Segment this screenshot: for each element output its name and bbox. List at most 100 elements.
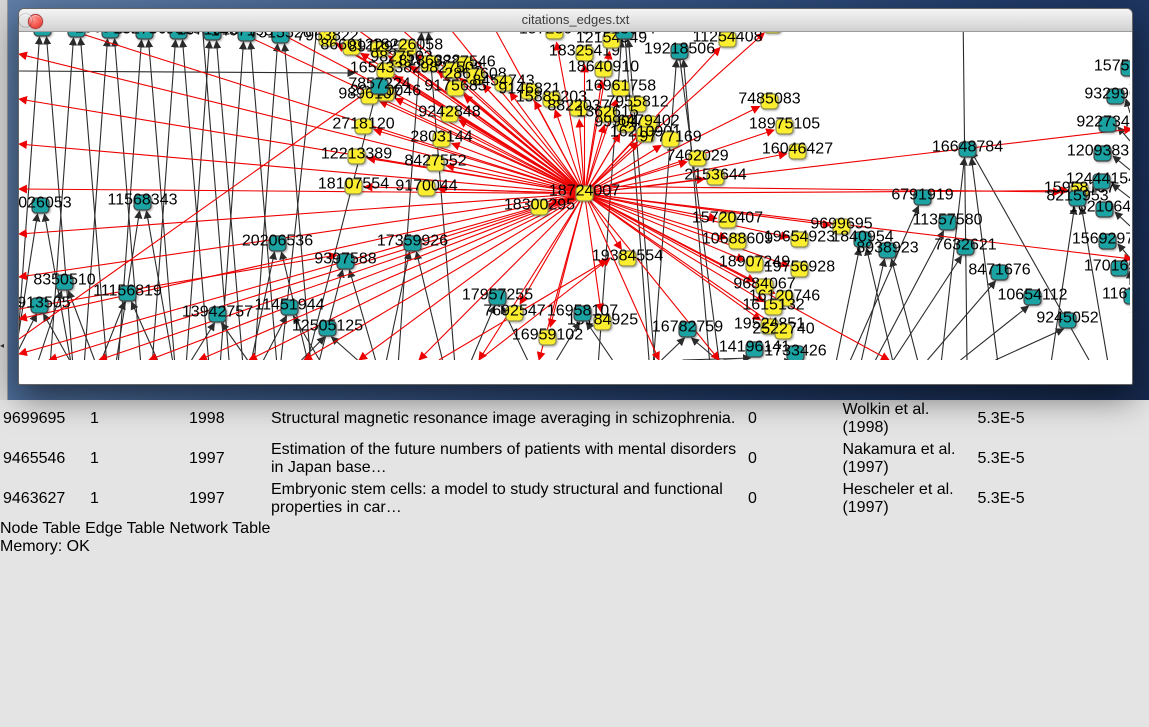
network-node[interactable]: 9242848 bbox=[418, 104, 480, 122]
network-node[interactable]: 7462029 bbox=[666, 148, 728, 166]
edge[interactable] bbox=[132, 302, 158, 360]
edge[interactable] bbox=[867, 248, 893, 360]
network-node[interactable]: 13942757 bbox=[182, 304, 253, 322]
table-row[interactable]: 969969511998Structural magnetic resonanc… bbox=[2, 400, 1066, 438]
network-node[interactable]: 18107554 bbox=[318, 176, 389, 194]
network-node[interactable]: 11156819 bbox=[93, 283, 162, 301]
network-node[interactable]: 16046427 bbox=[762, 141, 833, 159]
network-node[interactable]: 7632621 bbox=[934, 237, 996, 255]
network-node[interactable]: 2718120 bbox=[332, 116, 394, 134]
network-node[interactable]: 20206536 bbox=[242, 233, 313, 251]
network-node[interactable]: 3913505 bbox=[19, 295, 71, 313]
network-node[interactable]: 12213389 bbox=[321, 146, 392, 164]
network-node[interactable]: 15720407 bbox=[692, 210, 763, 228]
network-node[interactable]: 1615132 bbox=[742, 297, 804, 315]
network-node[interactable]: 16958107 bbox=[547, 303, 618, 321]
network-window: citations_edges.txt 79638228660123891295… bbox=[18, 8, 1133, 385]
edge[interactable] bbox=[222, 323, 248, 360]
svg-text:19384554: 19384554 bbox=[592, 248, 663, 265]
network-node[interactable]: 8215953 bbox=[1046, 188, 1108, 206]
network-node[interactable]: 19218506 bbox=[644, 41, 715, 59]
network-node[interactable]: 9397588 bbox=[314, 251, 376, 269]
cell: 1997 bbox=[188, 440, 268, 478]
svg-text:16782759: 16782759 bbox=[652, 319, 723, 336]
network-node[interactable]: 9777169 bbox=[639, 129, 701, 147]
network-node[interactable]: 1733426 bbox=[764, 343, 826, 360]
svg-text:20206536: 20206536 bbox=[242, 233, 313, 250]
network-node-hub[interactable]: 18724007 bbox=[549, 183, 620, 201]
network-node[interactable]: 10654112 bbox=[998, 287, 1068, 305]
network-node[interactable]: 8471676 bbox=[968, 262, 1030, 280]
network-node[interactable]: 9329966 bbox=[1084, 86, 1130, 104]
edge[interactable] bbox=[417, 252, 443, 360]
tab-network-table[interactable]: Network Table bbox=[169, 520, 270, 537]
edge[interactable] bbox=[576, 186, 1061, 192]
edge[interactable] bbox=[585, 194, 622, 250]
network-node[interactable]: 6791919 bbox=[891, 187, 953, 205]
edge[interactable] bbox=[44, 314, 70, 360]
tab-edge-table[interactable]: Edge Table bbox=[85, 520, 165, 537]
edge[interactable] bbox=[19, 194, 585, 235]
network-node[interactable]: 17359926 bbox=[377, 233, 448, 251]
edge[interactable] bbox=[892, 259, 918, 360]
network-node[interactable]: 2522740 bbox=[752, 321, 814, 339]
network-node[interactable]: 16959102 bbox=[512, 327, 583, 345]
cell: 1 bbox=[89, 440, 186, 478]
network-view-canvas[interactable]: 7963822866012389129551822605898275031654… bbox=[19, 9, 1132, 365]
svg-text:16958107: 16958107 bbox=[547, 303, 618, 320]
svg-text:9227343: 9227343 bbox=[1076, 114, 1130, 131]
svg-text:9245052: 9245052 bbox=[1036, 310, 1098, 327]
svg-text:18724007: 18724007 bbox=[549, 183, 620, 200]
network-node[interactable]: 7485083 bbox=[738, 91, 800, 109]
network-node[interactable]: 17957255 bbox=[462, 287, 533, 305]
svg-text:7462029: 7462029 bbox=[666, 148, 728, 165]
svg-text:19218506: 19218506 bbox=[644, 41, 715, 58]
edge[interactable] bbox=[662, 338, 685, 360]
network-node[interactable]: 11357580 bbox=[913, 212, 983, 230]
tab-node-table[interactable]: Node Table bbox=[0, 520, 81, 537]
network-node[interactable]: 17016504 bbox=[1084, 258, 1130, 276]
svg-text:18107554: 18107554 bbox=[318, 176, 389, 193]
network-node[interactable]: 15692971 bbox=[1072, 231, 1130, 249]
network-node[interactable]: 12093832 bbox=[1067, 143, 1130, 161]
edge[interactable] bbox=[19, 71, 355, 73]
network-node[interactable]: 12444154 bbox=[1066, 171, 1130, 189]
network-node[interactable]: 9170044 bbox=[395, 178, 457, 196]
collapse-panel-arrow-icon[interactable]: ◂ bbox=[0, 342, 4, 350]
edge[interactable] bbox=[350, 270, 376, 360]
network-node[interactable]: 8938923 bbox=[856, 240, 918, 258]
network-node[interactable]: 9245052 bbox=[1036, 310, 1098, 328]
edge[interactable] bbox=[81, 38, 107, 360]
network-node[interactable]: 10688609 bbox=[702, 231, 773, 249]
network-node[interactable]: 11451944 bbox=[255, 297, 325, 315]
network-node[interactable]: 7857224 bbox=[348, 76, 410, 94]
edge[interactable] bbox=[332, 337, 358, 360]
network-graph[interactable]: 7963822866012389129551822605898275031654… bbox=[19, 9, 1130, 360]
network-node[interactable]: 9227343 bbox=[1076, 114, 1130, 132]
network-node[interactable]: 2026053 bbox=[19, 195, 72, 213]
network-node[interactable]: 18975105 bbox=[749, 116, 820, 134]
table-row[interactable]: 946362711997Embryonic stem cells: a mode… bbox=[2, 480, 1066, 518]
network-node[interactable]: 8427552 bbox=[404, 153, 466, 171]
network-node[interactable]: 2803144 bbox=[410, 129, 472, 147]
cell: Estimation of the future numbers of pati… bbox=[270, 440, 745, 478]
network-node[interactable]: 19756928 bbox=[764, 259, 835, 277]
edge[interactable] bbox=[85, 39, 108, 360]
network-node[interactable]: 16648784 bbox=[932, 139, 1003, 157]
edge[interactable] bbox=[972, 158, 998, 360]
network-node[interactable]: 2153644 bbox=[684, 167, 746, 185]
network-node[interactable]: 19384554 bbox=[592, 248, 663, 266]
svg-text:12505125: 12505125 bbox=[292, 318, 363, 335]
window-titlebar[interactable]: citations_edges.txt bbox=[19, 9, 1132, 32]
network-node[interactable]: 8350510 bbox=[33, 272, 95, 290]
network-node[interactable]: 16782759 bbox=[652, 319, 723, 337]
network-node[interactable]: 15751074 bbox=[1094, 58, 1130, 76]
network-node[interactable]: 18640910 bbox=[568, 59, 639, 77]
network-node[interactable]: 12505125 bbox=[292, 318, 363, 336]
table-row[interactable]: 946554611997Estimation of the future num… bbox=[2, 440, 1066, 478]
edge[interactable] bbox=[837, 248, 860, 360]
svg-text:9329966: 9329966 bbox=[1084, 86, 1130, 103]
network-node[interactable]: 11568343 bbox=[108, 192, 178, 210]
edge[interactable] bbox=[963, 9, 967, 360]
network-node[interactable]: 1167533 bbox=[1102, 286, 1130, 304]
